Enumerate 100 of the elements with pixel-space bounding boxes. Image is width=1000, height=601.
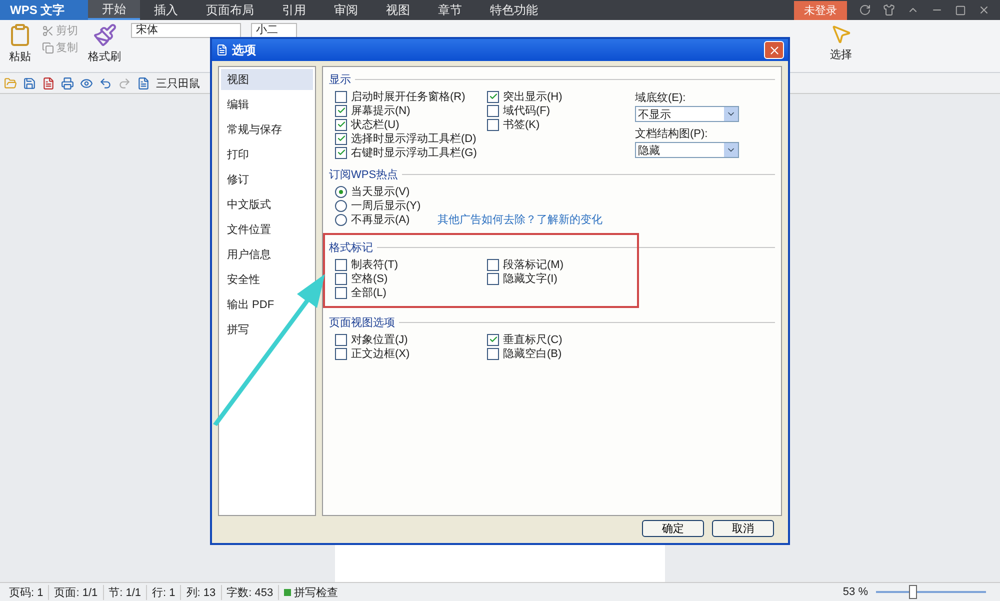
font-size-field[interactable]: 小二 [251,23,297,38]
section-title: 格式标记 [329,241,373,255]
paintbrush-icon[interactable] [92,23,116,47]
section-title: 页面视图选项 [329,316,395,330]
ribbon-tab[interactable]: 审阅 [320,0,372,20]
category-item[interactable]: 视图 [221,69,313,90]
save-icon[interactable] [23,76,36,90]
close-icon[interactable] [768,44,780,56]
status-item: 页码: 1 [4,584,50,600]
checkbox-label: 选择时显示浮动工具栏(D) [351,132,476,146]
paste-label[interactable]: 粘贴 [9,49,31,64]
checkbox[interactable] [335,286,347,298]
category-item[interactable]: 中文版式 [221,194,313,215]
category-item[interactable]: 打印 [221,144,313,165]
status-item: 列: 13 [181,584,222,600]
spell-check-indicator [284,588,292,596]
checkbox-label: 启动时展开任务窗格(R) [351,90,466,104]
radio-label: 当天显示(V) [351,185,410,199]
document-icon[interactable] [42,76,55,90]
checkbox[interactable] [487,104,499,116]
checkbox-label: 书签(K) [503,118,540,132]
checkbox[interactable] [487,118,499,130]
category-item[interactable]: 修订 [221,169,313,190]
status-item: 行: 1 [147,584,182,600]
checkbox[interactable] [335,272,347,284]
checkbox-label: 屏幕提示(N) [351,104,410,118]
checkbox[interactable] [335,90,347,102]
checkbox[interactable] [335,104,347,116]
status-item: 页面: 1/1 [49,584,104,600]
radio-label: 不再显示(A) [351,213,410,227]
checkbox-label: 空格(S) [351,272,388,286]
checkbox-label: 突出显示(H) [503,90,562,104]
preview-icon[interactable] [80,76,93,90]
ribbon-tab[interactable]: 特色功能 [476,0,552,20]
status-item: 字数: 453 [222,584,280,600]
checkbox-label: 右键时显示浮动工具栏(G) [351,146,477,160]
ribbon-tab[interactable]: 页面布局 [192,0,268,20]
dialog-button[interactable]: 确定 [642,520,704,537]
close-button[interactable] [764,41,784,59]
clipboard-icon[interactable] [8,23,32,47]
app-menu-button[interactable]: WPS 文字 [0,0,88,20]
checkbox-label: 全部(L) [351,286,386,300]
checkbox[interactable] [335,118,347,130]
ribbon-tab[interactable]: 开始 [88,0,140,20]
select-label[interactable]: 选择 [830,47,852,62]
checkbox[interactable] [335,348,347,360]
ribbon-tab[interactable]: 视图 [372,0,424,20]
document-icon [216,44,228,56]
ribbon-tab[interactable]: 插入 [140,0,192,20]
document-icon[interactable] [137,76,150,90]
scissors-icon[interactable] [42,24,54,36]
category-item[interactable]: 文件位置 [221,219,313,240]
checkbox-label: 制表符(T) [351,258,398,272]
ad-link[interactable]: 其他广告如何去除？了解新的变化 [438,212,603,227]
zoom-thumb[interactable] [909,585,917,599]
checkbox[interactable] [487,348,499,360]
checkbox[interactable] [487,334,499,346]
checkbox[interactable] [487,90,499,102]
ribbon-tab[interactable]: 章节 [424,0,476,20]
radio-button[interactable] [335,214,347,226]
checkbox-label: 垂直标尺(C) [503,332,562,347]
checkbox[interactable] [487,258,499,270]
category-item[interactable]: 常规与保存 [221,119,313,140]
checkbox[interactable] [335,334,347,346]
radio-button[interactable] [335,186,347,198]
checkbox-label: 隐藏文字(I) [503,272,558,286]
checkbox[interactable] [335,258,347,270]
category-item[interactable]: 编辑 [221,94,313,115]
category-item[interactable]: 输出 PDF [221,294,313,315]
dialog-title: 选项 [232,42,256,58]
radio-label: 一周后显示(Y) [351,199,421,213]
checkbox-label: 段落标记(M) [503,258,564,272]
spell-check-label[interactable]: 拼写检查 [294,584,338,600]
shirt-icon[interactable] [883,4,895,16]
format-painter-label[interactable]: 格式刷 [88,49,121,64]
copy-icon[interactable] [42,42,54,54]
refresh-icon[interactable] [859,4,871,16]
category-item[interactable]: 安全性 [221,269,313,290]
section-title: 订阅WPS热点 [329,168,398,182]
undo-icon[interactable] [99,76,112,90]
dropdown-field[interactable]: 隐藏 [635,142,739,158]
close-icon[interactable] [978,4,990,16]
category-item[interactable]: 用户信息 [221,244,313,265]
dropdown-field[interactable]: 不显示 [635,106,739,122]
document-tab[interactable]: 三只田鼠 [156,76,200,90]
checkbox[interactable] [335,146,347,158]
section-title: 显示 [329,73,351,87]
checkbox-label: 对象位置(J) [351,333,408,347]
select-label: 文档结构图(P): [635,126,709,141]
printer-icon[interactable] [61,76,74,90]
checkbox-label: 隐藏空白(B) [503,346,562,361]
maximize-icon[interactable] [955,4,966,16]
checkbox[interactable] [487,272,499,284]
dialog-button[interactable]: 取消 [712,520,774,537]
ribbon-tab[interactable]: 引用 [268,0,320,20]
font-name-field[interactable]: 宋体 [131,23,241,38]
radio-button[interactable] [335,200,347,212]
category-item[interactable]: 拼写 [221,319,313,340]
zoom-value: 53 % [842,586,868,598]
checkbox[interactable] [335,132,347,144]
